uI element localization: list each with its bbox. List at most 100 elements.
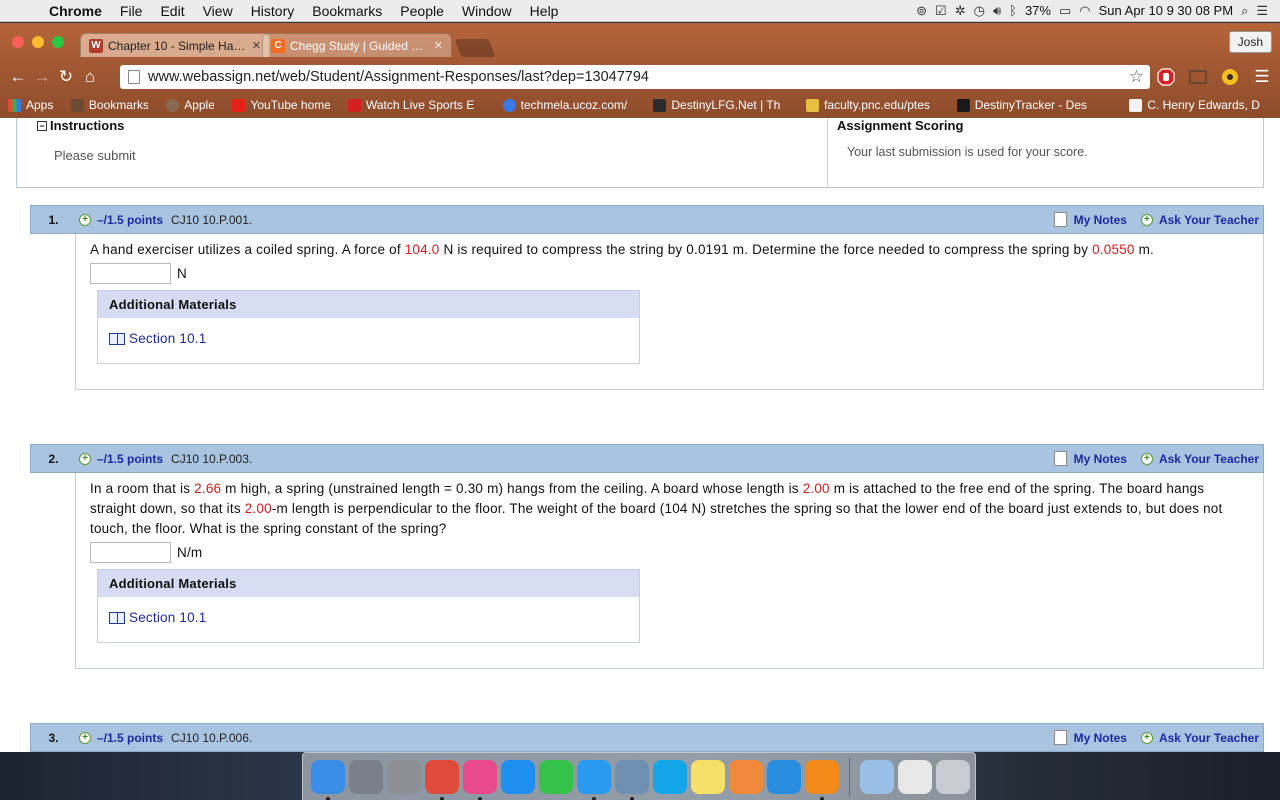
dock bbox=[302, 752, 976, 800]
adblock-extension-icon[interactable] bbox=[1156, 67, 1176, 87]
my-notes-link[interactable]: My Notes bbox=[1074, 452, 1127, 466]
bookmark-folder-bookmarks[interactable]: Bookmarks bbox=[70, 98, 148, 112]
menu-bookmarks[interactable]: Bookmarks bbox=[303, 3, 391, 19]
photos-icon[interactable] bbox=[729, 759, 763, 794]
answer-row: N/m bbox=[76, 541, 1263, 563]
answer-input[interactable] bbox=[90, 262, 171, 284]
instructions-header[interactable]: − Instructions bbox=[37, 118, 124, 133]
folder-icon[interactable] bbox=[860, 759, 894, 794]
volume-icon[interactable]: 🔊︎ bbox=[993, 3, 1001, 19]
address-bar[interactable]: www.webassign.net/web/Student/Assignment… bbox=[120, 65, 1150, 89]
tab-chapter-10[interactable]: W Chapter 10 - Simple Harmo ✕ bbox=[80, 33, 270, 57]
expand-plus-icon[interactable]: + bbox=[79, 213, 91, 226]
battery-icon[interactable]: ▭ bbox=[1059, 3, 1071, 19]
bookmark-techmela[interactable]: techmela.ucoz.com/ bbox=[502, 98, 636, 112]
skype-icon[interactable] bbox=[653, 759, 687, 794]
system-preferences-icon[interactable] bbox=[387, 759, 421, 794]
minimize-window-button[interactable] bbox=[32, 36, 44, 48]
bookmark-watch-live-sports[interactable]: Watch Live Sports E bbox=[348, 98, 485, 112]
notes-icon[interactable] bbox=[1053, 730, 1067, 745]
section-link[interactable]: Section 10.1 bbox=[98, 331, 639, 346]
sync-icon[interactable]: ⊚ bbox=[916, 3, 927, 19]
menu-chrome[interactable]: Chrome bbox=[40, 3, 111, 19]
question-points[interactable]: –/1.5 points bbox=[97, 213, 163, 227]
menu-edit[interactable]: Edit bbox=[151, 3, 193, 19]
section-link-text[interactable]: Section 10.1 bbox=[129, 610, 206, 625]
ask-teacher-link[interactable]: Ask Your Teacher bbox=[1159, 213, 1259, 227]
ask-teacher-link[interactable]: Ask Your Teacher bbox=[1159, 731, 1259, 745]
randomized-value: 2.00 bbox=[244, 501, 272, 516]
expand-plus-icon[interactable]: + bbox=[79, 731, 91, 744]
menu-help[interactable]: Help bbox=[521, 3, 568, 19]
assignment-info-box: − Instructions Please submit Assignment … bbox=[16, 118, 1264, 188]
question-points[interactable]: –/1.5 points bbox=[97, 452, 163, 466]
cast-icon[interactable] bbox=[1188, 67, 1208, 87]
tab-chegg[interactable]: C Chegg Study | Guided Solu ✕ bbox=[262, 33, 452, 57]
bookmark-star-icon[interactable]: ☆ bbox=[1129, 67, 1144, 87]
facetime-icon[interactable] bbox=[539, 759, 573, 794]
time-machine-icon[interactable]: ◷ bbox=[974, 3, 985, 19]
my-notes-link[interactable]: My Notes bbox=[1074, 731, 1127, 745]
section-link-text[interactable]: Section 10.1 bbox=[129, 331, 206, 346]
bookmark-henry-edwards[interactable]: C. Henry Edwards, D bbox=[1129, 98, 1262, 112]
notes-icon[interactable] bbox=[691, 759, 725, 794]
ask-teacher-plus-icon[interactable]: + bbox=[1140, 731, 1153, 744]
launchpad-icon[interactable] bbox=[349, 759, 383, 794]
question-text-segment: In a room that is bbox=[90, 481, 195, 496]
chrome-menu-icon[interactable]: ☰ bbox=[1252, 67, 1272, 87]
back-icon[interactable]: ← bbox=[6, 67, 30, 87]
tab-close-icon[interactable]: ✕ bbox=[252, 39, 261, 52]
forward-icon[interactable]: → bbox=[30, 67, 54, 87]
destiny-extension-icon[interactable] bbox=[1220, 67, 1240, 87]
new-tab-button[interactable] bbox=[454, 39, 496, 57]
reload-icon[interactable]: ↻ bbox=[54, 67, 78, 87]
spotlight-icon[interactable]: ⌕ bbox=[1241, 3, 1248, 19]
running-indicator bbox=[592, 796, 596, 800]
bookmark-pnc-faculty[interactable]: faculty.pnc.edu/ptes bbox=[806, 98, 939, 112]
menu-file[interactable]: File bbox=[111, 3, 152, 19]
safari-icon[interactable] bbox=[767, 759, 801, 794]
tab-close-icon[interactable]: ✕ bbox=[434, 39, 443, 52]
preview-icon[interactable] bbox=[615, 759, 649, 800]
ask-teacher-link[interactable]: Ask Your Teacher bbox=[1159, 452, 1259, 466]
itunes-icon[interactable] bbox=[463, 759, 497, 800]
menu-window[interactable]: Window bbox=[453, 3, 521, 19]
bookmark-apps[interactable]: Apps bbox=[8, 98, 53, 112]
my-notes-link[interactable]: My Notes bbox=[1074, 213, 1127, 227]
notes-icon[interactable] bbox=[1053, 212, 1067, 227]
finder-icon[interactable] bbox=[311, 759, 345, 800]
collapse-icon[interactable]: − bbox=[37, 120, 47, 131]
question-1: 1. + –/1.5 points CJ10 10.P.001. My Note… bbox=[30, 205, 1264, 390]
bookmark-destinytracker[interactable]: DestinyTracker - Des bbox=[956, 98, 1112, 112]
chrome-icon[interactable] bbox=[425, 759, 459, 800]
home-icon[interactable]: ⌂ bbox=[78, 67, 102, 87]
check-icon[interactable]: ☑ bbox=[935, 3, 947, 19]
bookmark-apple[interactable]: Apple bbox=[166, 98, 214, 112]
menu-view[interactable]: View bbox=[194, 3, 242, 19]
bookmark-destinylfg[interactable]: DestinyLFG.Net | Th bbox=[653, 98, 788, 112]
close-window-button[interactable] bbox=[12, 36, 24, 48]
ibooks-icon[interactable] bbox=[805, 759, 839, 800]
messages-icon[interactable] bbox=[577, 759, 611, 800]
section-link[interactable]: Section 10.1 bbox=[98, 610, 639, 625]
bluetooth-icon[interactable]: ᛒ bbox=[1009, 3, 1017, 18]
notification-center-icon[interactable]: ☰ bbox=[1256, 3, 1268, 19]
notes-icon[interactable] bbox=[1053, 451, 1067, 466]
question-points[interactable]: –/1.5 points bbox=[97, 731, 163, 745]
trash-icon[interactable] bbox=[936, 759, 970, 794]
answer-input[interactable] bbox=[90, 541, 171, 563]
url-text[interactable]: www.webassign.net/web/Student/Assignment… bbox=[148, 69, 649, 85]
ask-teacher-plus-icon[interactable]: + bbox=[1140, 213, 1153, 226]
clock[interactable]: Sun Apr 10 9 30 08 PM bbox=[1099, 3, 1233, 18]
documents-icon[interactable] bbox=[898, 759, 932, 794]
zoom-window-button[interactable] bbox=[52, 36, 64, 48]
menu-people[interactable]: People bbox=[391, 3, 453, 19]
profile-button[interactable]: Josh bbox=[1228, 31, 1272, 53]
bookmark-youtube[interactable]: YouTube home bbox=[232, 98, 330, 112]
app-store-icon[interactable] bbox=[501, 759, 535, 794]
menu-history[interactable]: History bbox=[242, 3, 304, 19]
ask-teacher-plus-icon[interactable]: + bbox=[1140, 452, 1153, 465]
wifi-icon[interactable]: ◠ bbox=[1079, 3, 1090, 19]
expand-plus-icon[interactable]: + bbox=[79, 452, 91, 465]
extension-icon[interactable]: ✲ bbox=[955, 3, 966, 19]
